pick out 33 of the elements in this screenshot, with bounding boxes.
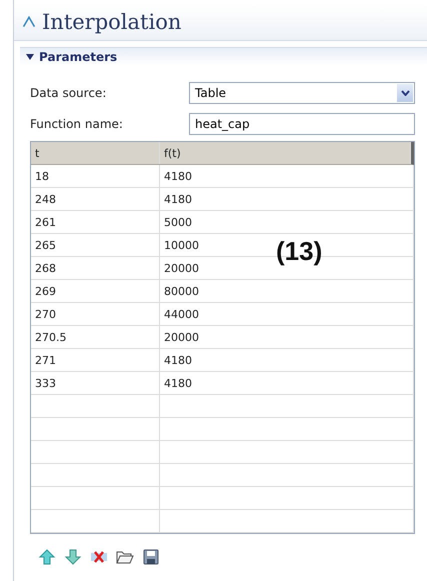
arrow-down-icon[interactable] [64, 548, 82, 566]
table-cell: 248 [31, 188, 160, 210]
arrow-up-icon[interactable] [38, 548, 56, 566]
save-icon[interactable] [142, 548, 160, 566]
table-cell: 18 [31, 165, 160, 187]
table-cell: 268 [31, 257, 160, 279]
table-cell: 270 [31, 303, 160, 325]
table-cell: 261 [31, 211, 160, 233]
table-cell: 5000 [160, 211, 414, 233]
caret-icon [26, 53, 34, 61]
table-cell: 4180 [160, 349, 414, 371]
table-cell: 44000 [160, 303, 414, 325]
section-header[interactable]: Parameters [20, 47, 427, 66]
table-cell: 270.5 [31, 326, 160, 348]
field-label: Data source: [30, 86, 108, 100]
section-title: Parameters [39, 50, 118, 64]
table-cell: 269 [31, 280, 160, 302]
table-cell: 4180 [160, 188, 414, 210]
panel-title: Interpolation [42, 10, 182, 34]
table-cell: 333 [31, 372, 160, 394]
table-cell: 271 [31, 349, 160, 371]
table-cell: 20000 [160, 326, 414, 348]
column-header[interactable]: t [31, 142, 160, 164]
table-cell: 80000 [160, 280, 414, 302]
field-label: Function name: [30, 117, 124, 131]
column-header[interactable]: f(t) [160, 142, 411, 164]
caret-up-icon [22, 15, 36, 29]
table-cell: 4180 [160, 372, 414, 394]
table-cell: 265 [31, 234, 160, 256]
table-cell: 4180 [160, 165, 414, 187]
dropdown-field[interactable]: Table [189, 82, 415, 104]
chevron-down-icon [400, 90, 410, 96]
text-field[interactable]: heat_cap [189, 113, 415, 135]
